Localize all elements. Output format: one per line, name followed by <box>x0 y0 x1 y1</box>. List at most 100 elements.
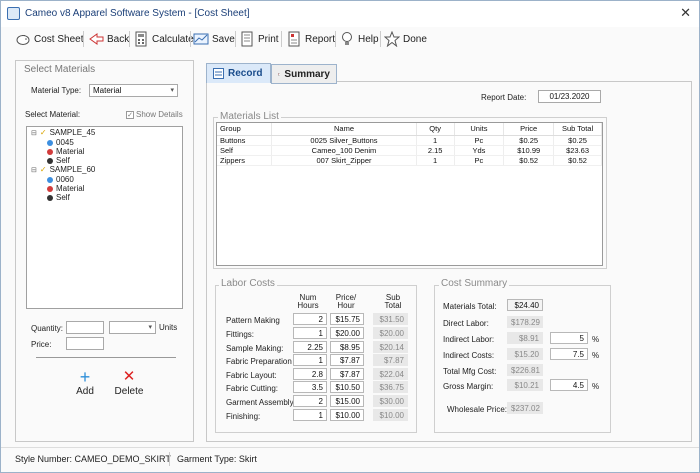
check-mark-icon: ✓ <box>39 128 47 137</box>
price-label: Price: <box>31 340 52 349</box>
price-per-hour-input[interactable]: $10.00 <box>330 409 364 421</box>
hours-input[interactable]: 2.25 <box>293 341 327 353</box>
units-select[interactable]: ▾ <box>109 321 156 334</box>
col-price[interactable]: Price <box>503 123 555 136</box>
labor-label: Sample Making: <box>226 344 284 353</box>
units-label: Units <box>159 323 178 332</box>
back-button[interactable]: Back <box>88 29 129 49</box>
cell-units: Pc <box>454 155 505 166</box>
col-name[interactable]: Name <box>271 123 417 136</box>
labor-costs-title: Labor Costs <box>219 278 277 289</box>
price-per-hour-input[interactable]: $20.00 <box>330 327 364 339</box>
report-date-field[interactable]: 01/23.2020 <box>538 90 601 103</box>
gross-margin-percent-input[interactable]: 4.5 <box>550 379 588 391</box>
back-arrow-icon <box>89 33 104 45</box>
indirect-costs-percent-input[interactable]: 7.5 <box>550 348 588 360</box>
materials-list-table[interactable]: Group Name Qty Units Price Sub Total But… <box>216 122 603 266</box>
materials-header-row: Group Name Qty Units Price Sub Total <box>217 123 602 136</box>
cell-price: $0.25 <box>503 135 555 146</box>
red-dot-icon <box>47 185 53 192</box>
hours-input[interactable]: 2.8 <box>293 368 327 380</box>
back-label: Back <box>107 33 130 45</box>
tree-node-sample-45[interactable]: ⊟ ✓ SAMPLE_45 <box>31 128 95 137</box>
report-button[interactable]: Report <box>286 29 335 49</box>
col-qty[interactable]: Qty <box>416 123 455 136</box>
help-button[interactable]: Help <box>339 29 379 49</box>
material-type-value: Material <box>93 86 122 95</box>
material-type-select[interactable]: Material ▾ <box>89 84 178 97</box>
calculate-label: Calculate <box>152 33 194 45</box>
tree-leaf[interactable]: 0060 <box>47 175 74 184</box>
labor-label: Finishing: <box>226 412 261 421</box>
tab-summary[interactable]: Summary <box>271 64 337 84</box>
done-button[interactable]: Done <box>384 29 427 49</box>
materials-list-title: Materials List <box>218 111 281 122</box>
gross-margin-label: Gross Margin: <box>443 382 494 391</box>
cell-subtotal: $0.25 <box>553 135 602 146</box>
cell-price: $0.52 <box>503 155 555 166</box>
price-per-hour-input[interactable]: $8.95 <box>330 341 364 353</box>
red-dot-icon <box>47 148 53 155</box>
labor-label: Garment Assembly: <box>226 398 296 407</box>
add-button[interactable]: + Add <box>72 368 98 397</box>
delete-button[interactable]: ✕ Delete <box>113 368 145 397</box>
quantity-input[interactable] <box>66 321 104 334</box>
tree-leaf[interactable]: Material <box>47 184 84 193</box>
close-icon[interactable]: ✕ <box>680 5 691 21</box>
cost-sheet-button[interactable]: Cost Sheet <box>15 29 83 49</box>
price-per-hour-input[interactable]: $10.50 <box>330 381 364 393</box>
tree-leaf[interactable]: Material <box>47 147 84 156</box>
tree-leaf[interactable]: Self <box>47 193 70 202</box>
price-input[interactable] <box>66 337 104 350</box>
hours-input[interactable]: 2 <box>293 395 327 407</box>
calculate-button[interactable]: Calculate <box>133 29 194 49</box>
col-group[interactable]: Group <box>217 123 273 136</box>
tab-record[interactable]: Record <box>206 63 271 83</box>
status-divider <box>169 452 170 466</box>
tree-leaf-label: 0060 <box>56 175 74 184</box>
hours-input[interactable]: 3.5 <box>293 381 327 393</box>
col-hour-label: Hour <box>337 301 355 310</box>
cell-qty: 2.15 <box>416 145 455 156</box>
toolbar: Cost Sheet Back Calculate Save Print Rep… <box>1 28 699 50</box>
tree-leaf[interactable]: Self <box>47 156 70 165</box>
table-row[interactable]: Self Cameo_100 Denim 2.15 Yds $10.99 $23… <box>217 145 602 156</box>
record-tab-icon <box>213 68 224 79</box>
price-per-hour-input[interactable]: $7.87 <box>330 354 364 366</box>
price-per-hour-input[interactable]: $7.87 <box>330 368 364 380</box>
hours-input[interactable]: 2 <box>293 313 327 325</box>
done-label: Done <box>403 33 427 45</box>
indirect-labor-percent-input[interactable]: 5 <box>550 332 588 344</box>
divider <box>36 357 176 358</box>
summary-tab-icon <box>278 72 281 76</box>
tree-leaf-label: Self <box>56 193 70 202</box>
materials-total-field: $24.40 <box>507 299 543 311</box>
material-tree[interactable]: ⊟ ✓ SAMPLE_45 0045 Material Self ⊟ ✓ SAM… <box>26 126 183 309</box>
percent-symbol: % <box>592 335 600 344</box>
star-icon <box>384 31 400 47</box>
price-per-hour-input[interactable]: $15.75 <box>330 313 364 325</box>
tree-leaf[interactable]: 0045 <box>47 138 74 147</box>
price-per-hour-input[interactable]: $15.00 <box>330 395 364 407</box>
checkbox-check-icon: ✓ <box>126 110 134 119</box>
table-row[interactable]: Zippers 007 Skirt_Zipper 1 Pc $0.52 $0.5… <box>217 155 602 166</box>
subtotal-field: $20.14 <box>373 341 408 353</box>
tree-node-label: SAMPLE_45 <box>49 128 96 137</box>
show-details-checkbox[interactable]: ✓ Show Details <box>126 110 183 119</box>
hours-input[interactable]: 1 <box>293 354 327 366</box>
chart-save-icon <box>193 33 209 45</box>
table-row[interactable]: Buttons 0025 Silver_Buttons 1 Pc $0.25 $… <box>217 135 602 146</box>
garment-type-status: Garment Type: Skirt <box>177 454 257 464</box>
hours-input[interactable]: 1 <box>293 409 327 421</box>
tree-node-sample-60[interactable]: ⊟ ✓ SAMPLE_60 <box>31 165 95 174</box>
col-subtotal[interactable]: Sub Total <box>553 123 602 136</box>
print-button[interactable]: Print <box>239 29 279 49</box>
hours-input[interactable]: 1 <box>293 327 327 339</box>
col-units[interactable]: Units <box>454 123 505 136</box>
status-bar: Style Number: CAMEO_DEMO_SKIRT Garment T… <box>1 447 699 472</box>
cell-units: Yds <box>454 145 505 156</box>
save-button[interactable]: Save <box>193 29 235 49</box>
save-label: Save <box>212 33 235 45</box>
wholesale-price-label: Wholesale Price: <box>447 405 508 414</box>
style-number-status: Style Number: CAMEO_DEMO_SKIRT <box>15 454 171 464</box>
